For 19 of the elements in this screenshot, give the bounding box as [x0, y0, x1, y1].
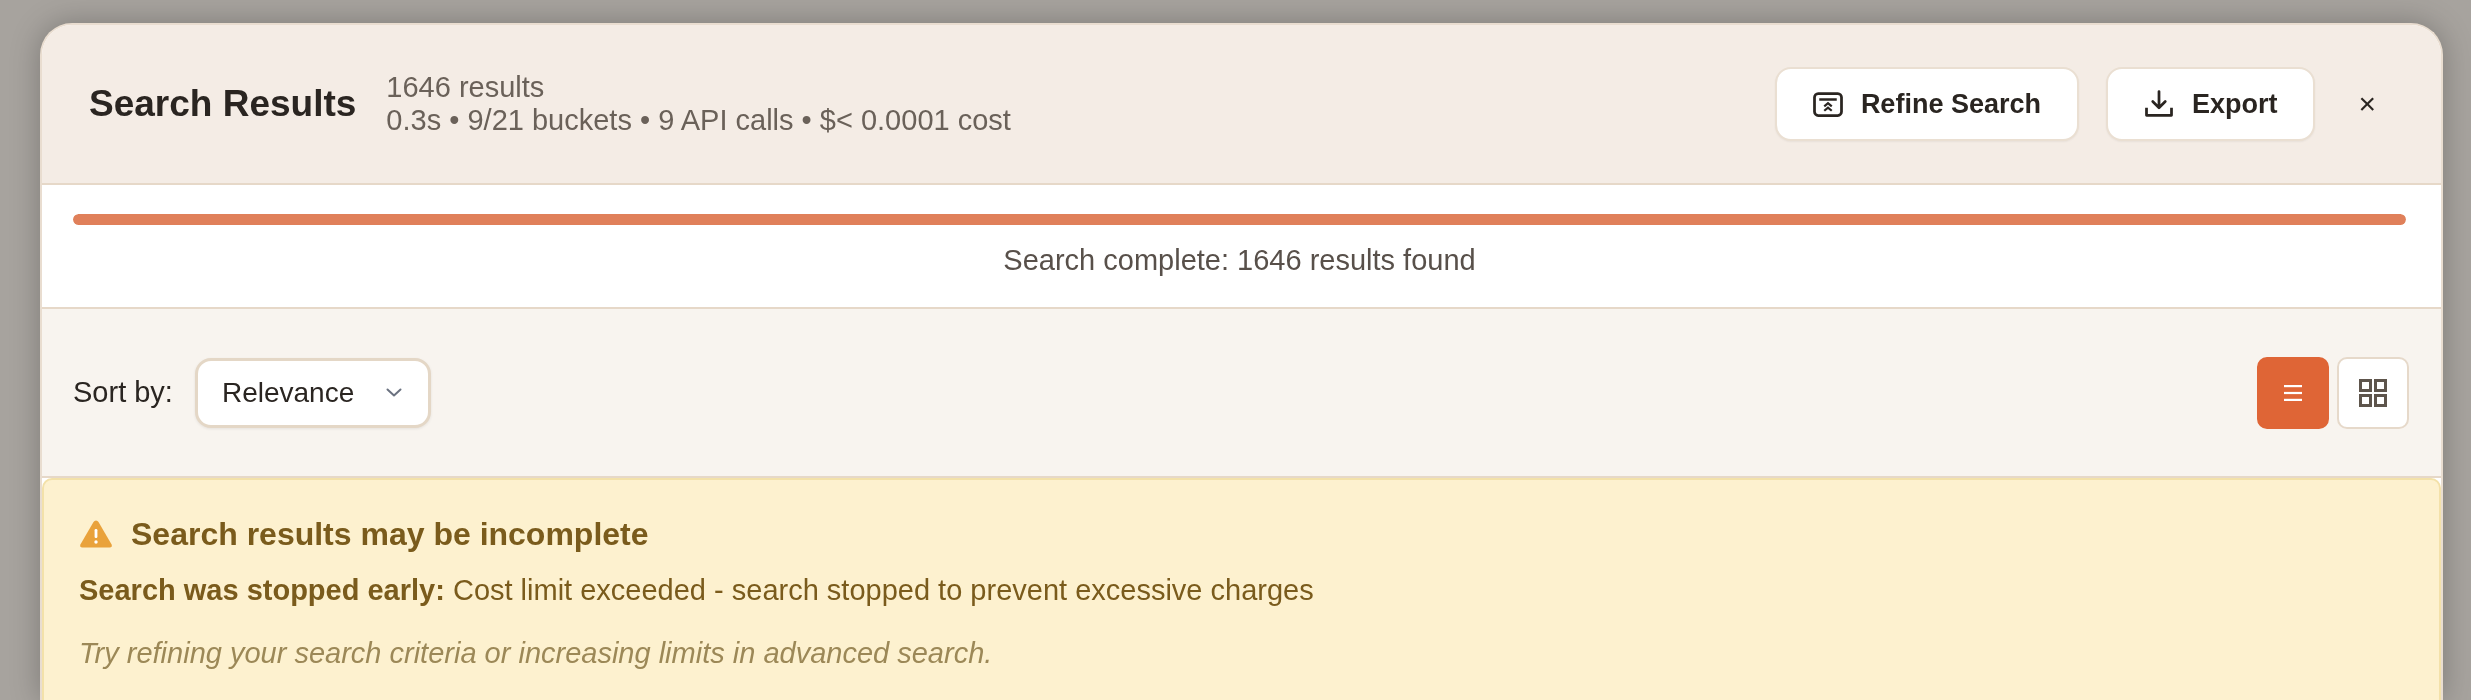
refine-search-button[interactable]: Refine Search: [1774, 67, 2079, 141]
grid-view-button[interactable]: [2337, 356, 2409, 429]
result-count: 1646 results: [386, 71, 545, 104]
dialog-title: Search Results: [89, 82, 357, 126]
close-button[interactable]: ×: [2354, 87, 2380, 121]
warning-hint: Try refining your search criteria or increasing limits in advanced search.: [79, 636, 993, 670]
search-stats: 0.3s • 9/21 buckets • 9 API calls • $< 0.0001 cost: [386, 104, 1011, 137]
status-text: Search complete: 1646 results found: [1003, 244, 1476, 276]
warning-icon: [79, 519, 113, 549]
grid-icon: [2359, 378, 2387, 407]
export-button[interactable]: Export: [2105, 67, 2316, 141]
list-view-button[interactable]: [2257, 356, 2329, 429]
download-icon: [2143, 89, 2174, 119]
warning-title: Search results may be incomplete: [131, 516, 649, 552]
chevron-down-icon: [385, 388, 402, 397]
sort-label: Sort by:: [73, 376, 173, 409]
warning-message: Search was stopped early: Cost limit exceeded - search stopped to prevent excessive charges: [79, 573, 1314, 607]
list-icon: [2284, 384, 2302, 401]
sort-select[interactable]: Relevance: [194, 357, 431, 428]
